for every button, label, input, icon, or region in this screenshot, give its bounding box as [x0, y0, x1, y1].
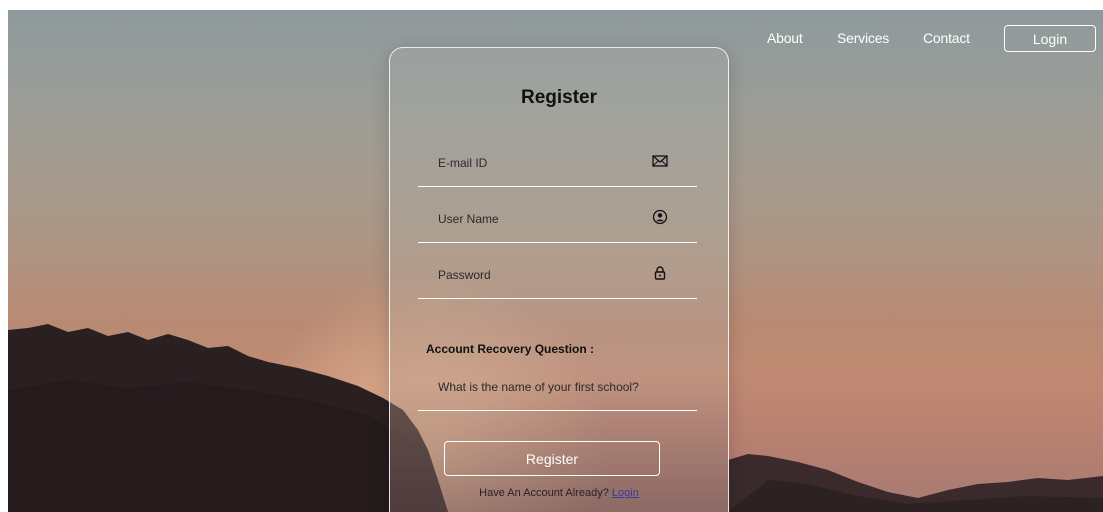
login-link[interactable]: Login — [612, 487, 639, 499]
recovery-question-label: Account Recovery Question : — [426, 342, 595, 356]
lock-icon — [651, 264, 669, 282]
recovery-field-group — [418, 370, 697, 411]
username-input[interactable] — [438, 208, 638, 230]
have-account-line: Have An Account Already? Login — [390, 487, 728, 499]
password-field-group — [418, 258, 697, 299]
email-input[interactable] — [438, 152, 638, 174]
envelope-icon — [651, 152, 669, 170]
email-field-group — [418, 146, 697, 187]
have-account-text: Have An Account Already? — [479, 487, 609, 499]
register-title: Register — [520, 87, 598, 108]
recovery-answer-input[interactable] — [438, 376, 678, 398]
nav-contact-link[interactable]: Contact — [923, 30, 970, 46]
nav-services-link[interactable]: Services — [837, 30, 889, 46]
register-card: Register E-mail ID User Name Account Rec… — [389, 47, 729, 512]
nav-about-link[interactable]: About — [767, 30, 803, 46]
register-button[interactable]: Register — [444, 441, 660, 476]
page: About Services Contact Login Register E-… — [0, 0, 1103, 512]
login-button[interactable]: Login — [1004, 25, 1096, 52]
username-field-group — [418, 202, 697, 243]
user-circle-icon — [651, 208, 669, 226]
password-input[interactable] — [438, 264, 638, 286]
